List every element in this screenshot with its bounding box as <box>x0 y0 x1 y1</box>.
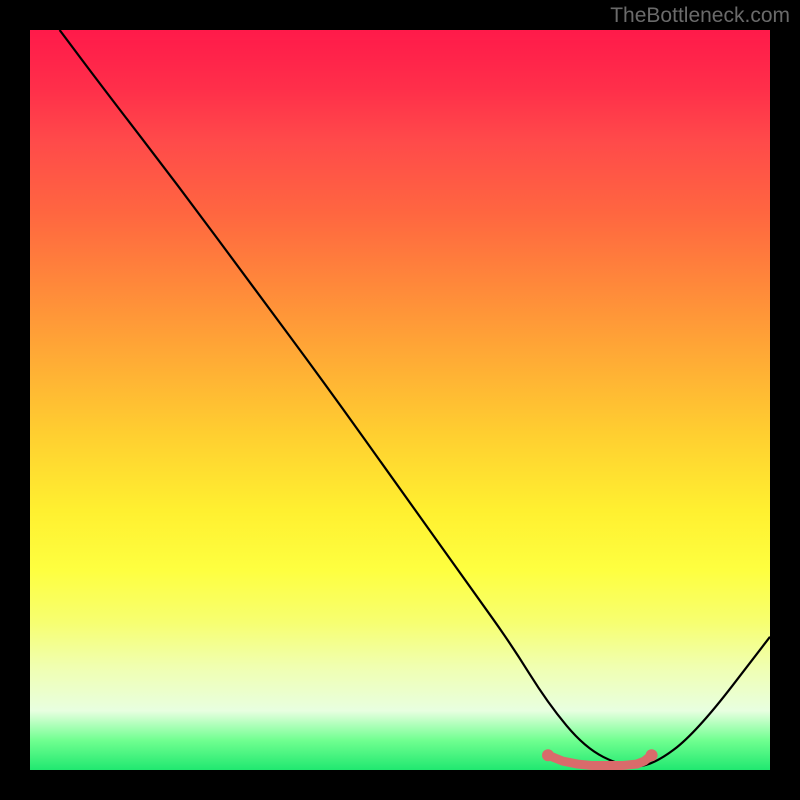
chart-svg <box>30 30 770 770</box>
optimal-range-dot <box>646 749 658 761</box>
optimal-range-dot <box>542 749 554 761</box>
plot-area <box>30 30 770 770</box>
bottleneck-curve-line <box>60 30 770 766</box>
optimal-range-marker-line <box>548 755 652 765</box>
watermark-text: TheBottleneck.com <box>610 4 790 28</box>
